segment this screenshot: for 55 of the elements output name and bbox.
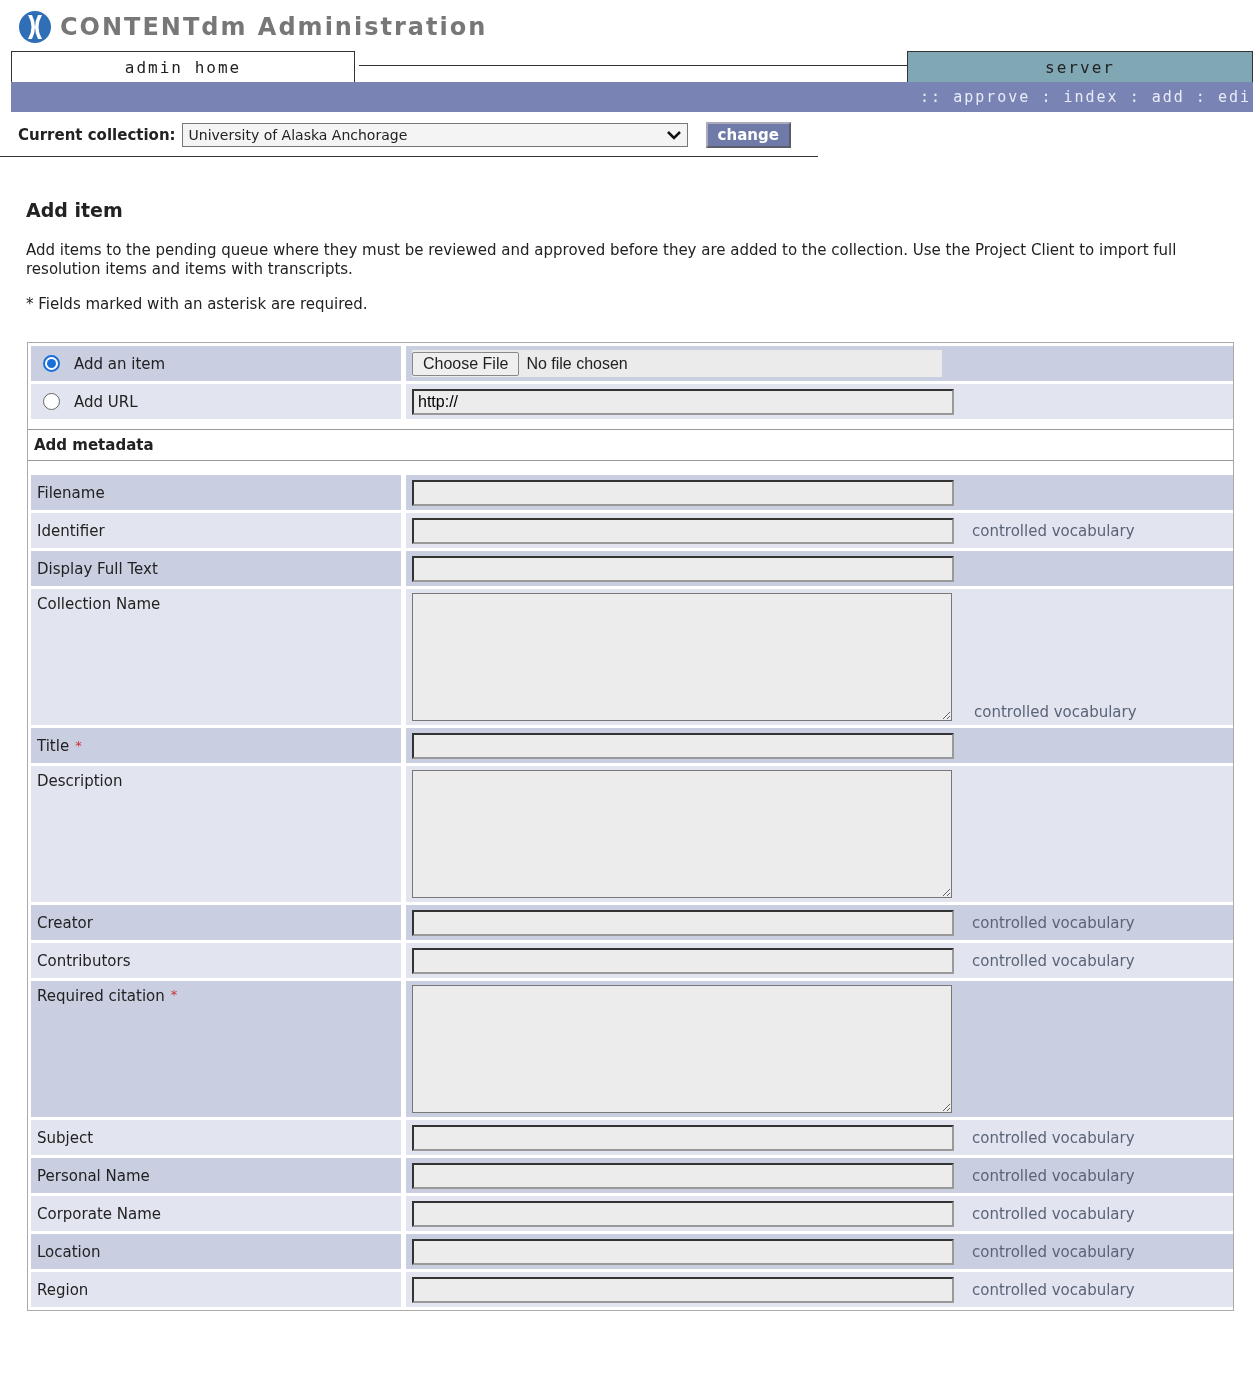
vocabulary-hint: controlled vocabulary [972,951,1135,970]
required-mark: * [75,738,82,753]
field-label: Required citation [37,987,165,1005]
nav-tab[interactable]: server [907,51,1253,82]
field-label: Identifier [37,521,105,540]
option-label: Add URL [74,392,138,411]
field-label: Title [37,736,70,755]
input-field[interactable] [412,517,954,544]
input-field[interactable] [412,1276,954,1303]
vocabulary-hint: controlled vocabulary [972,913,1135,932]
vocabulary-hint: controlled vocabulary [972,1128,1135,1147]
field-label: Location [37,1242,101,1261]
radio-button[interactable] [43,393,60,410]
field-label: Collection Name [37,595,161,613]
input-field[interactable] [412,947,954,974]
logo-icon [18,10,52,44]
vocabulary-hint: controlled vocabulary [972,1166,1135,1185]
field-label: Corporate Name [37,1204,161,1223]
url-field[interactable]: http:// [412,388,954,415]
app-title: CONTENTdm Administration [60,13,488,41]
collection-select[interactable]: University of Alaska Anchorage [181,123,688,147]
vocabulary-hint: controlled vocabulary [974,703,1137,721]
input-field[interactable] [412,909,954,936]
input-field[interactable] [412,1162,954,1189]
input-field[interactable] [412,1200,954,1227]
field-label: Filename [37,483,105,502]
nav-tab[interactable]: admin home [11,51,355,82]
choose-file-button[interactable]: Choose File [412,351,520,376]
file-status: No file chosen [526,354,628,373]
vocabulary-hint: controlled vocabulary [972,1242,1135,1261]
section-heading: Add metadata [28,429,1233,461]
field-label: Region [37,1280,89,1299]
radio-button[interactable] [43,355,60,372]
required-mark: * [170,987,178,1002]
vocabulary-hint: controlled vocabulary [972,1280,1135,1299]
page-heading: Add item [26,199,124,221]
vocabulary-hint: controlled vocabulary [972,521,1135,540]
input-field[interactable] [412,479,954,506]
input-field[interactable] [412,555,954,582]
input-field[interactable] [412,1238,954,1265]
field-label: Personal Name [37,1166,150,1185]
input-field[interactable] [412,732,954,759]
required-note: * Fields marked with an asterisk are required. [26,295,369,314]
field-label: Creator [37,913,93,932]
option-label: Add an item [74,354,166,373]
field-label: Display Full Text [37,559,158,578]
vocabulary-hint: controlled vocabulary [972,1204,1135,1223]
intro-text: Add items to the pending queue where they must be reviewed and approved before they are added to the collection. Use the Project Client to import full resolution items and items with transcripts. [26,241,1178,279]
field-label: Description [37,772,123,790]
field-label: Contributors [37,951,131,970]
chevron-icon [666,130,681,140]
input-field[interactable] [412,1124,954,1151]
collection-label: Current collection: [18,126,176,144]
change-button[interactable]: change [705,122,791,148]
field-label: Subject [37,1128,94,1147]
